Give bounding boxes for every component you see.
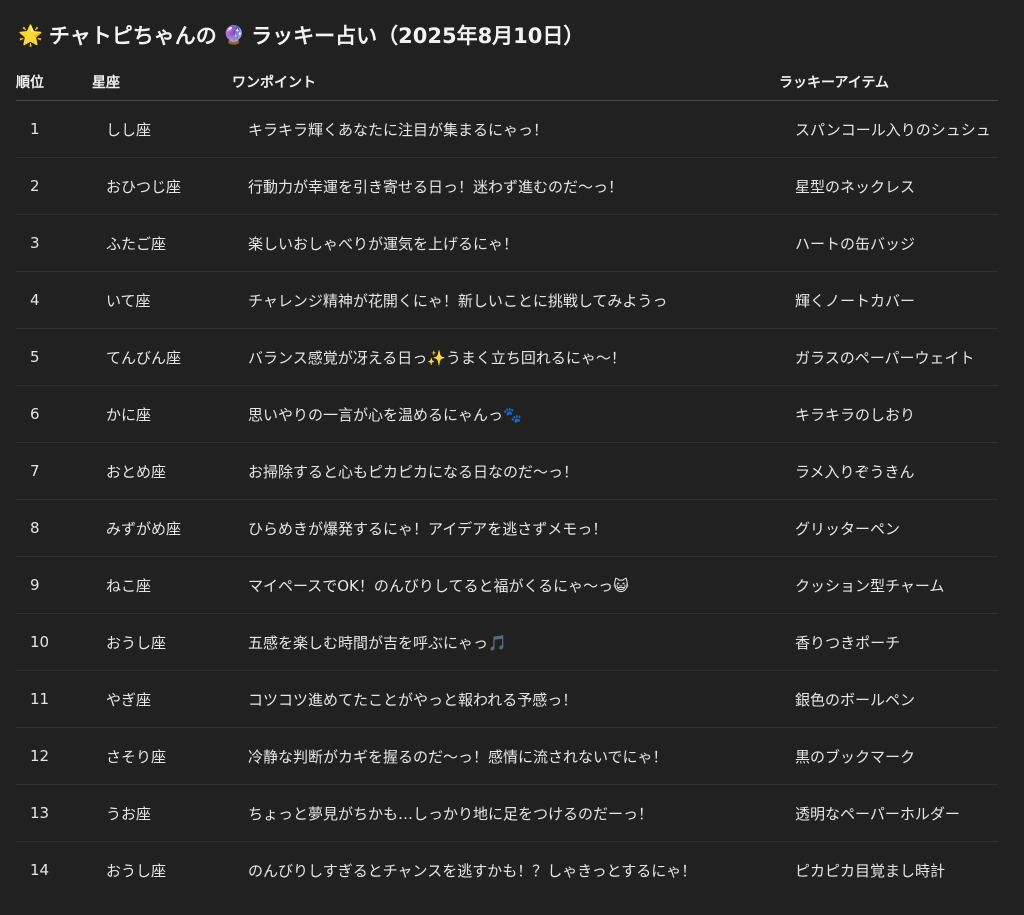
zodiac-sign-cell: ふたご座 (92, 214, 232, 272)
zodiac-sign-cell: かに座 (92, 385, 232, 443)
rank-cell: 14 (30, 861, 50, 879)
column-header-sign: 星座 (92, 64, 232, 101)
one-point-tip-cell: のんびりしすぎるとチャンスを逃すかも！？しゃきっとするにゃ！ (248, 861, 697, 880)
zodiac-sign-cell: いて座 (92, 271, 232, 329)
table-row: 2 おひつじ座 行動力が幸運を引き寄せる日っ！迷わず進むのだ〜っ！ 星型のネックレス (16, 157, 998, 215)
header-row: 順位 星座 ワンポイント ラッキーアイテム (16, 64, 998, 101)
table-body: 1 しし座 キラキラ輝くあなたに注目が集まるにゃっ！ スパンコール入りのシュシュ 2 おひ… (16, 100, 998, 899)
table-row: 8 みずがめ座 ひらめきが爆発するにゃ！アイデアを逃さずメモっ！ グリッターペン (16, 499, 998, 557)
page-title: 🌟 チャトピちゃんの 🔮 ラッキー占い（2025年8月10日） (18, 18, 584, 52)
one-point-tip-cell: ひらめきが爆発するにゃ！アイデアを逃さずメモっ！ (232, 499, 779, 557)
lucky-item-cell: ラメ入りぞうきん (779, 442, 998, 500)
lucky-item-cell: 星型のネックレス (779, 157, 998, 215)
crystal-ball-icon: 🔮 (222, 24, 246, 46)
one-point-tip-cell: コツコツ進めてたことがやっと報われる予感っ！ (232, 670, 779, 728)
lucky-item-cell: キラキラのしおり (779, 385, 998, 443)
lucky-item-cell: 黒のブックマーク (779, 727, 998, 785)
lucky-item-cell: スパンコール入りのシュシュ (779, 100, 998, 158)
table-row: 14 おうし座 のんびりしすぎるとチャンスを逃すかも！？しゃきっとするにゃ！ ピカピカ… (16, 842, 998, 899)
one-point-tip-cell: 思いやりの一言が心を温めるにゃんっ🐾 (232, 385, 779, 443)
zodiac-sign-cell: みずがめ座 (92, 499, 232, 557)
rank-cell: 13 (16, 784, 92, 842)
rank-cell: 6 (16, 385, 92, 443)
zodiac-sign-cell: しし座 (92, 100, 232, 158)
lucky-item-cell: クッション型チャーム (779, 556, 998, 614)
zodiac-sign-cell: おうし座 (92, 613, 232, 671)
table-row: 5 てんびん座 バランス感覚が冴える日っ✨うまく立ち回れるにゃ〜！ ガラスのペーパーウ… (16, 328, 998, 386)
rank-cell: 3 (16, 214, 92, 272)
table-row: 13 うお座 ちょっと夢見がちかも…しっかり地に足をつけるのだーっ！ 透明なペーパーホ… (16, 784, 998, 842)
table-row: 3 ふたご座 楽しいおしゃべりが運気を上げるにゃ！ ハートの缶バッジ (16, 214, 998, 272)
rank-cell: 7 (16, 442, 92, 500)
rank-cell: 2 (16, 157, 92, 215)
lucky-item-cell: ガラスのペーパーウェイト (779, 328, 998, 386)
page: 🌟 チャトピちゃんの 🔮 ラッキー占い（2025年8月10日） 順位 星座 ワン… (0, 0, 1024, 915)
rank-cell: 8 (16, 499, 92, 557)
zodiac-sign-cell: ねこ座 (92, 556, 232, 614)
table-row: 1 しし座 キラキラ輝くあなたに注目が集まるにゃっ！ スパンコール入りのシュシュ (16, 100, 998, 158)
one-point-tip-cell: 冷静な判断がカギを握るのだ〜っ！感情に流されないでにゃ！ (232, 727, 779, 785)
one-point-tip-cell: 五感を楽しむ時間が吉を呼ぶにゃっ🎵 (232, 613, 779, 671)
table-row: 4 いて座 チャレンジ精神が花開くにゃ！新しいことに挑戦してみようっ 輝くノートカバー (16, 271, 998, 329)
title-text-part1: チャトピちゃんの (48, 24, 217, 48)
one-point-tip-cell: 楽しいおしゃべりが運気を上げるにゃ！ (232, 214, 779, 272)
rank-cell: 10 (16, 613, 92, 671)
table-row: 6 かに座 思いやりの一言が心を温めるにゃんっ🐾 キラキラのしおり (16, 385, 998, 443)
table-row: 11 やぎ座 コツコツ進めてたことがやっと報われる予感っ！ 銀色のボールペン (16, 670, 998, 728)
rank-cell: 11 (16, 670, 92, 728)
lucky-item-cell: ハートの缶バッジ (779, 214, 998, 272)
lucky-item-cell: 銀色のボールペン (779, 670, 998, 728)
rank-cell: 5 (16, 328, 92, 386)
rank-cell: 4 (16, 271, 92, 329)
table-row: 9 ねこ座 マイペースでOK！のんびりしてると福がくるにゃ〜っ😺 クッション型チャーム (16, 556, 998, 614)
table-header: 順位 星座 ワンポイント ラッキーアイテム (16, 64, 998, 101)
zodiac-sign-cell: おとめ座 (92, 442, 232, 500)
one-point-tip-cell: チャレンジ精神が花開くにゃ！新しいことに挑戦してみようっ (232, 271, 779, 329)
one-point-tip-cell: マイペースでOK！のんびりしてると福がくるにゃ〜っ😺 (232, 556, 779, 614)
table-row: 7 おとめ座 お掃除すると心もピカピカになる日なのだ〜っ！ ラメ入りぞうきん (16, 442, 998, 500)
one-point-tip-cell: ちょっと夢見がちかも…しっかり地に足をつけるのだーっ！ (232, 784, 779, 842)
column-header-rank: 順位 (16, 64, 92, 101)
rank-cell: 1 (16, 100, 92, 158)
lucky-item-cell: グリッターペン (779, 499, 998, 557)
zodiac-sign-cell: やぎ座 (92, 670, 232, 728)
title-text-part2: ラッキー占い（2025年8月10日） (251, 24, 585, 48)
one-point-tip-cell: 行動力が幸運を引き寄せる日っ！迷わず進むのだ〜っ！ (232, 157, 779, 215)
lucky-item-cell: ピカピカ目覚まし時計 (795, 861, 946, 880)
one-point-tip-cell: キラキラ輝くあなたに注目が集まるにゃっ！ (232, 100, 779, 158)
column-header-lucky-item: ラッキーアイテム (779, 64, 998, 101)
zodiac-sign-cell: おうし座 (106, 861, 167, 880)
lucky-item-cell: 香りつきポーチ (779, 613, 998, 671)
rank-cell: 9 (16, 556, 92, 614)
one-point-tip-cell: バランス感覚が冴える日っ✨うまく立ち回れるにゃ〜！ (232, 328, 779, 386)
lucky-item-cell: 輝くノートカバー (779, 271, 998, 329)
column-header-tip: ワンポイント (232, 64, 779, 101)
fortune-table: 順位 星座 ワンポイント ラッキーアイテム 1 しし座 キラキラ輝くあなたに注目が集… (16, 64, 998, 898)
zodiac-sign-cell: てんびん座 (92, 328, 232, 386)
zodiac-sign-cell: おひつじ座 (92, 157, 232, 215)
lucky-item-cell: 透明なペーパーホルダー (779, 784, 998, 842)
zodiac-sign-cell: うお座 (92, 784, 232, 842)
table-row: 10 おうし座 五感を楽しむ時間が吉を呼ぶにゃっ🎵 香りつきポーチ (16, 613, 998, 671)
rank-cell: 12 (16, 727, 92, 785)
table-row: 12 さそり座 冷静な判断がカギを握るのだ〜っ！感情に流されないでにゃ！ 黒のブックマ… (16, 727, 998, 785)
glowing-star-icon: 🌟 (18, 23, 43, 47)
one-point-tip-cell: お掃除すると心もピカピカになる日なのだ〜っ！ (232, 442, 779, 500)
zodiac-sign-cell: さそり座 (92, 727, 232, 785)
